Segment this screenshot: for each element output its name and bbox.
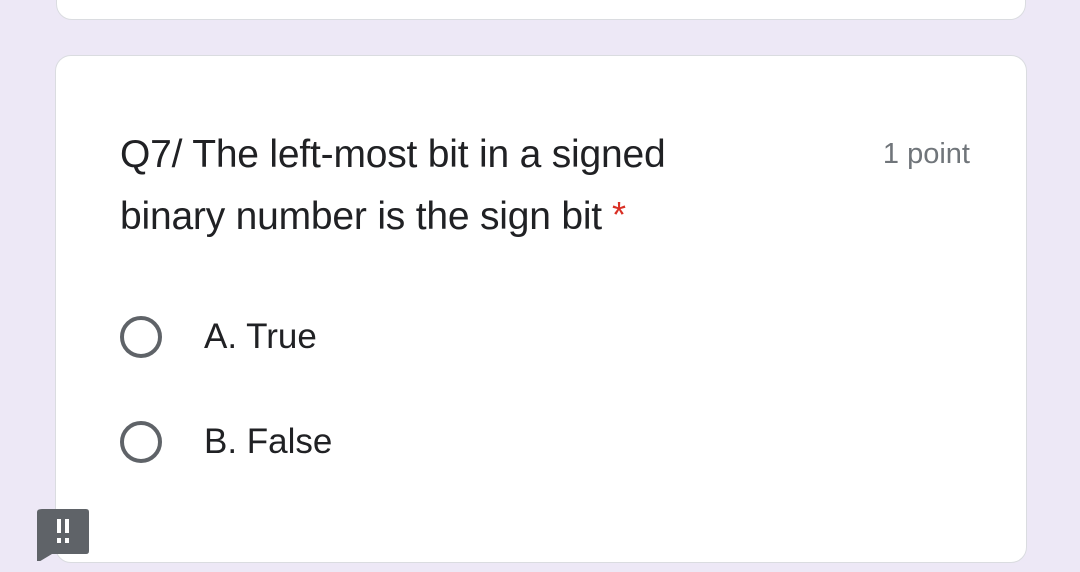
- report-problem-icon[interactable]: [36, 507, 90, 561]
- question-title: Q7/ The left-most bit in a signed binary…: [120, 124, 760, 248]
- question-card: Q7/ The left-most bit in a signed binary…: [55, 55, 1027, 563]
- question-text: Q7/ The left-most bit in a signed binary…: [120, 133, 666, 238]
- required-asterisk: *: [611, 194, 626, 235]
- points-label: 1 point: [882, 138, 970, 170]
- option-b[interactable]: B. False: [120, 421, 332, 463]
- question-header: Q7/ The left-most bit in a signed binary…: [120, 124, 970, 248]
- radio-button-option-b[interactable]: [120, 421, 162, 463]
- option-a-label: A. True: [204, 317, 317, 356]
- form-page: Q7/ The left-most bit in a signed binary…: [0, 0, 1080, 572]
- option-a[interactable]: A. True: [120, 316, 317, 358]
- option-b-label: B. False: [204, 422, 333, 461]
- previous-question-card: [56, 0, 1026, 20]
- radio-button-option-a[interactable]: [120, 316, 162, 358]
